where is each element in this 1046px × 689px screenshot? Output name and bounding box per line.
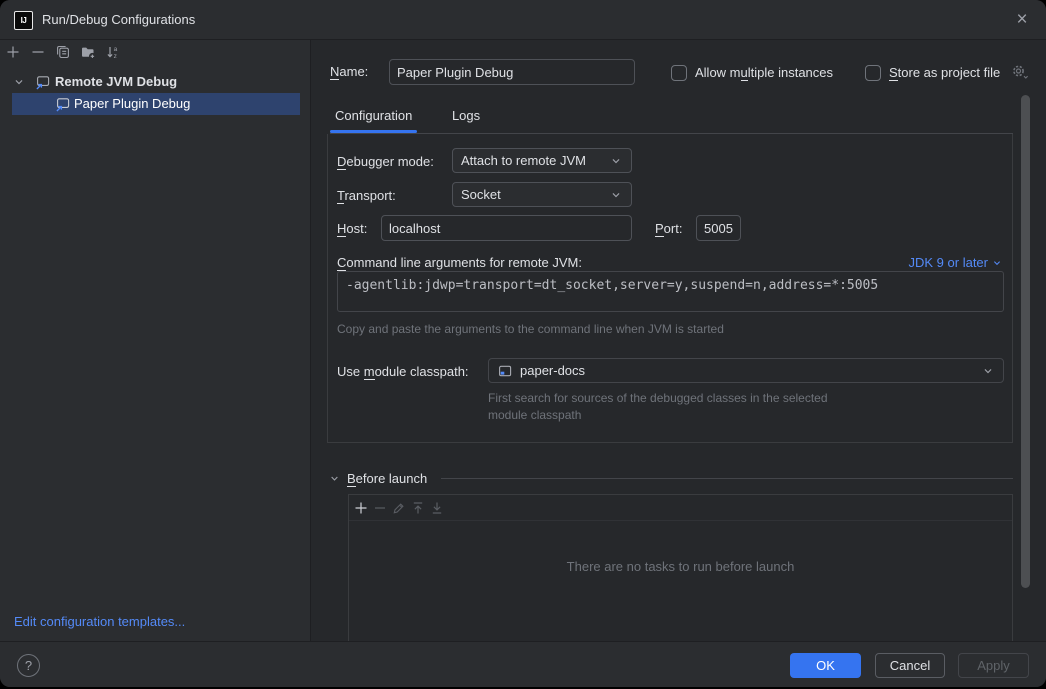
tab-strip: Configuration Logs (330, 100, 1013, 134)
store-options-gear-icon[interactable] (1010, 63, 1030, 81)
copy-icon[interactable] (55, 44, 71, 60)
name-label: Name: (330, 64, 368, 79)
transport-value: Socket (461, 187, 501, 202)
ok-button[interactable]: OK (790, 653, 861, 678)
svg-text:z: z (114, 53, 117, 60)
debugger-mode-label: Debugger mode: (337, 154, 434, 169)
add-icon[interactable] (353, 500, 369, 516)
sidebar-toolbar: a z (5, 44, 121, 60)
debugger-mode-select[interactable]: Attach to remote JVM (452, 148, 632, 173)
title-bar: IJ Run/Debug Configurations × (0, 0, 1046, 40)
jdk-version-selector[interactable]: JDK 9 or later (909, 255, 1003, 270)
intellij-logo-icon: IJ (14, 11, 33, 30)
store-as-project-file-checkbox[interactable] (865, 65, 881, 81)
chevron-down-icon[interactable] (328, 472, 341, 485)
allow-multiple-instances-checkbox[interactable] (671, 65, 687, 81)
edit-configuration-templates-link[interactable]: Edit configuration templates... (14, 614, 185, 629)
cmdline-args-label: Command line arguments for remote JVM: (337, 255, 582, 270)
vertical-scrollbar-thumb[interactable] (1021, 95, 1030, 588)
transport-label: Transport: (337, 188, 396, 203)
tree-item-remote-jvm-debug[interactable]: Remote JVM Debug (0, 71, 311, 93)
store-as-project-file-label[interactable]: Store as project file (889, 65, 1000, 80)
allow-multiple-instances-label[interactable]: Allow multiple instances (695, 65, 833, 80)
port-label: Port: (655, 221, 682, 236)
remote-debug-config-icon (35, 74, 51, 90)
configurations-sidebar (0, 40, 311, 641)
add-icon[interactable] (5, 44, 21, 60)
module-classpath-value: paper-docs (520, 363, 585, 378)
chevron-down-icon (991, 257, 1003, 269)
before-launch-label[interactable]: Before launch (347, 471, 427, 486)
before-launch-rule (441, 478, 1013, 479)
before-launch-toolbar (349, 495, 1012, 521)
help-button[interactable]: ? (17, 654, 40, 677)
close-icon[interactable]: × (1010, 8, 1034, 32)
dialog-title: Run/Debug Configurations (42, 12, 195, 27)
module-classpath-label: Use module classpath: (337, 364, 469, 379)
chevron-down-icon (609, 188, 623, 202)
chevron-down-icon[interactable] (12, 75, 26, 89)
tree-item-paper-plugin-debug[interactable]: Paper Plugin Debug (12, 93, 300, 115)
sort-alpha-icon[interactable]: a z (105, 44, 121, 60)
edit-icon[interactable] (391, 500, 407, 516)
tree-item-label: Remote JVM Debug (55, 74, 177, 89)
chevron-down-icon (981, 364, 995, 378)
move-up-icon[interactable] (410, 500, 426, 516)
cancel-button[interactable]: Cancel (875, 653, 945, 678)
run-debug-configurations-dialog: IJ Run/Debug Configurations × (0, 0, 1046, 687)
apply-button[interactable]: Apply (958, 653, 1029, 678)
tree-item-label: Paper Plugin Debug (74, 96, 190, 111)
remove-icon[interactable] (372, 500, 388, 516)
port-input[interactable] (696, 215, 741, 241)
tab-configuration[interactable]: Configuration (330, 100, 417, 131)
cmdline-args-textarea[interactable]: -agentlib:jdwp=transport=dt_socket,serve… (337, 271, 1004, 312)
host-input[interactable] (381, 215, 632, 241)
name-input[interactable] (389, 59, 635, 85)
debugger-mode-value: Attach to remote JVM (461, 153, 586, 168)
tab-logs[interactable]: Logs (447, 100, 485, 131)
module-icon (497, 363, 513, 379)
chevron-down-icon (609, 154, 623, 168)
move-down-icon[interactable] (429, 500, 445, 516)
before-launch-tasks-panel: There are no tasks to run before launch (348, 494, 1013, 641)
cmdline-hint: Copy and paste the arguments to the comm… (337, 321, 724, 338)
jdk-version-value: JDK 9 or later (909, 255, 988, 270)
remove-icon[interactable] (30, 44, 46, 60)
host-label: Host: (337, 221, 367, 236)
before-launch-empty-text: There are no tasks to run before launch (349, 559, 1012, 574)
new-folder-icon[interactable] (80, 44, 96, 60)
module-classpath-select[interactable]: paper-docs (488, 358, 1004, 383)
module-classpath-hint: First search for sources of the debugged… (488, 390, 868, 424)
remote-debug-config-icon (55, 96, 71, 112)
transport-select[interactable]: Socket (452, 182, 632, 207)
